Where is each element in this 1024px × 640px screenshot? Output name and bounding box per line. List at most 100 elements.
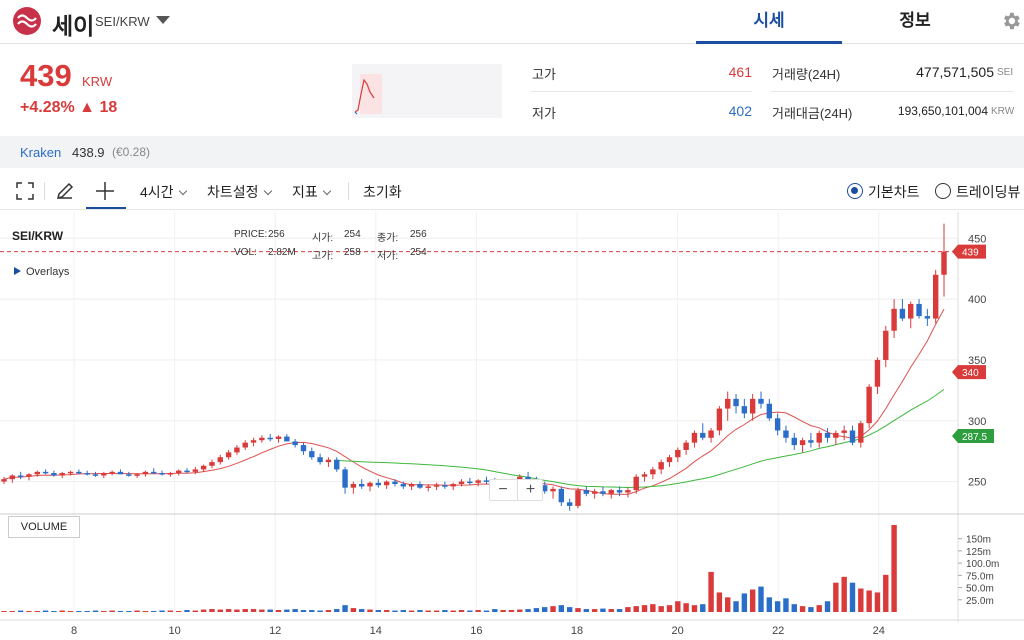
candle-body [691,432,698,443]
exchange-sub-price: (€0.28) [112,145,151,159]
volume-bar [76,611,82,612]
volume-bar [616,609,623,612]
reset-button[interactable]: 초기화 [363,182,402,202]
candle-body [708,430,714,438]
volume-bar [400,610,406,612]
volume-bar [591,609,598,612]
volume-bar [467,610,473,612]
basic-chart-label[interactable]: 기본차트 [868,182,920,202]
volume-bar [799,606,806,612]
candle-body [175,470,182,474]
candle-body [184,470,190,473]
volume-bar [658,606,664,612]
volume-bar [675,601,681,612]
tab-info[interactable]: 정보 [842,0,988,44]
amount-unit: KRW [991,106,1015,117]
price-axis-label: 250 [968,477,986,489]
candlestick-chart[interactable]: 450400350300250150m125m100.0m75.0m50.0m2… [0,212,1024,640]
candle-body [666,457,673,463]
volume-bar [725,597,731,612]
volume-bar [17,610,24,612]
interval-select[interactable]: 4시간 [140,182,187,202]
volume-bar [808,607,814,612]
candle-body [591,491,598,494]
candle-body [625,490,631,493]
candle-body [866,386,872,424]
candle-body [824,432,831,438]
candle-body [600,491,606,494]
ohlc-open: 254 [344,229,361,240]
interval-label: 4시간 [140,184,174,200]
volume-bar [883,574,889,612]
chart-settings-menu[interactable]: 차트설정 [207,182,272,202]
volume-axis-label: 100.0m [966,559,999,570]
candle-body [799,440,806,446]
volume-bar [408,610,415,612]
stat-divider [770,91,1014,92]
candle-body [142,471,149,475]
price-badge-label: 439 [962,248,979,259]
high-label: 고가 [532,67,556,82]
candle-body [126,474,132,476]
crosshair-icon[interactable] [94,180,116,202]
volume-bar [151,611,157,612]
indicators-menu[interactable]: 지표 [292,182,332,202]
tradingview-radio[interactable] [935,183,951,199]
chevron-down-icon [263,186,272,196]
volume-bar [284,609,290,612]
exchange-name[interactable]: Kraken [20,145,61,160]
fullscreen-icon[interactable] [14,180,36,202]
volume-bar [741,593,748,612]
ohlc-vol: 2.82M [268,247,296,258]
volume-axis-label: 50.0m [966,584,994,595]
candle-body [774,418,781,431]
gear-icon[interactable] [1000,10,1022,32]
overlays-toggle[interactable]: Overlays [14,266,69,278]
candle-body [650,469,656,475]
ohlc-price: 256 [268,229,285,240]
ohlc-low: 254 [410,247,427,258]
candle-body [683,442,689,450]
volume-bar [450,610,456,612]
volume-bar [109,610,115,612]
candle-body [234,447,240,453]
volume-bar [558,605,565,612]
ohlc-vol-label: VOL: [234,247,257,258]
volume-bar [492,609,498,612]
basic-chart-radio[interactable] [847,183,863,199]
volume-bar [700,604,706,612]
ohlc-high-label: 고가: [312,251,334,262]
amount-value: 193,650,101,004 [897,104,988,118]
candle-body [874,359,881,387]
zoom-out-button[interactable]: − [490,480,516,500]
candle-body [816,432,822,443]
volume-bar [9,611,16,612]
candle-body [417,484,423,488]
candle-body [475,480,481,483]
volume-bar [126,611,132,612]
volume-bar [891,524,897,612]
candle-body [833,432,839,438]
candle-body [92,474,99,476]
time-axis-label: 20 [671,625,683,637]
pair-dropdown-caret-icon[interactable] [156,16,170,24]
zoom-in-button[interactable]: + [517,480,543,500]
candle-body [891,308,897,331]
ohlc-high: 258 [344,247,361,258]
candle-body [808,440,814,443]
candle-body [741,406,748,414]
candle-body [209,462,215,466]
candle-body [334,459,340,470]
candle-body [400,484,406,487]
volume-bar [200,609,207,612]
candle-body [358,484,365,487]
volume-bar [234,609,240,612]
volume-bar [267,609,273,612]
pencil-icon[interactable] [54,180,76,202]
volume-bar [192,610,199,612]
volume-bar [101,611,107,612]
volume-bar [625,607,631,612]
tab-quote[interactable]: 시세 [696,0,842,44]
tradingview-label[interactable]: 트레이딩뷰 [956,182,1020,202]
volume-bar [575,608,581,612]
